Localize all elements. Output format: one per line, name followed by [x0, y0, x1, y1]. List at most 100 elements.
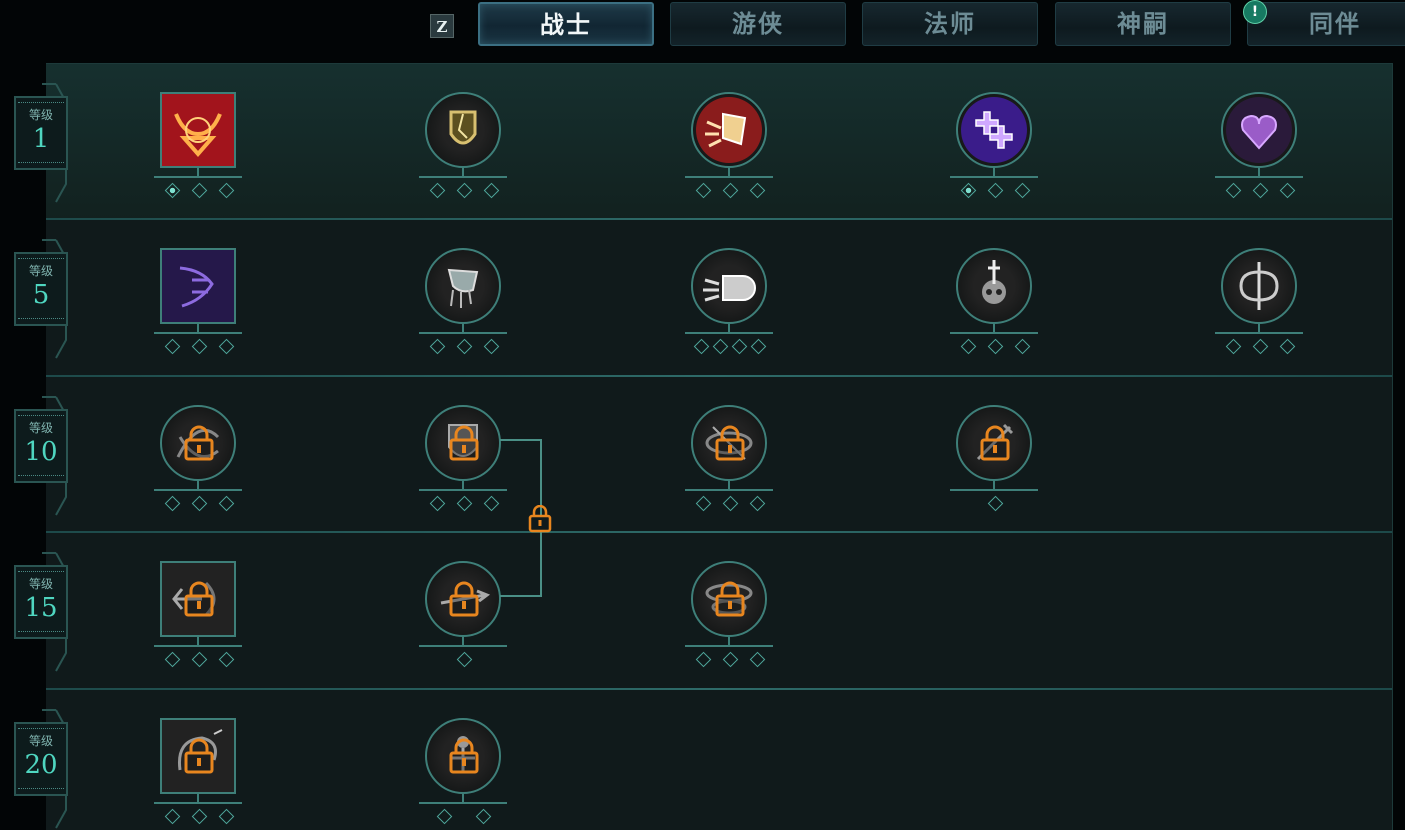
- rank-pip: [483, 338, 499, 355]
- skill-node[interactable]: [1210, 248, 1310, 358]
- node-bar: [154, 332, 242, 334]
- bull-head-icon[interactable]: [160, 92, 236, 168]
- class-tab-bar: Z 战士 游侠 法师 神嗣 同伴 !: [0, 0, 1405, 55]
- skill-node[interactable]: [945, 92, 1045, 202]
- rank-pips: [945, 494, 1045, 512]
- skill-node[interactable]: [414, 561, 514, 671]
- double-axe-icon[interactable]: [1221, 248, 1297, 324]
- rank-pip: [191, 182, 207, 199]
- skull-sword-icon[interactable]: [956, 248, 1032, 324]
- tab-ranger[interactable]: 游侠: [670, 2, 846, 46]
- ornament: [18, 475, 64, 479]
- skill-node[interactable]: [149, 561, 249, 671]
- rank-pip: [987, 495, 1003, 512]
- skill-node[interactable]: [414, 92, 514, 202]
- spiral-slash-icon[interactable]: [160, 718, 236, 794]
- rank-pip: [218, 495, 234, 512]
- rank-pip: [483, 182, 499, 199]
- node-stem: [462, 637, 464, 645]
- skill-node[interactable]: [414, 718, 514, 828]
- level-marker: 等级 10: [14, 393, 70, 516]
- rank-pip: [1279, 338, 1295, 355]
- rank-pip: [987, 182, 1003, 199]
- level-label: 等级: [28, 108, 53, 122]
- node-bar: [950, 332, 1038, 334]
- rank-pips: [680, 650, 780, 668]
- rank-pips: [149, 337, 249, 355]
- node-stem: [728, 168, 730, 176]
- rank-pip: [749, 495, 765, 512]
- skill-node[interactable]: [414, 248, 514, 358]
- vortex-icon[interactable]: [691, 405, 767, 481]
- level-number: 1: [32, 124, 50, 154]
- rank-pip: [722, 651, 738, 668]
- whirlwind-icon[interactable]: [160, 405, 236, 481]
- rank-pip: [960, 182, 976, 199]
- rank-pip: [456, 182, 472, 199]
- level-label: 等级: [28, 734, 53, 748]
- rank-pip: [693, 338, 710, 355]
- skill-node[interactable]: [945, 248, 1045, 358]
- node-bar: [685, 332, 773, 334]
- node-bar: [1215, 332, 1303, 334]
- shield-icon[interactable]: [425, 405, 501, 481]
- rank-pip: [218, 808, 234, 825]
- rank-pip: [429, 338, 445, 355]
- rank-pip: [218, 182, 234, 199]
- tab-companion[interactable]: 同伴: [1247, 2, 1405, 46]
- rank-pips: [945, 337, 1045, 355]
- charge-icon[interactable]: [160, 561, 236, 637]
- rank-pip: [749, 651, 765, 668]
- node-stem: [462, 794, 464, 802]
- sword-strike-icon[interactable]: [956, 405, 1032, 481]
- level-marker: 等级 5: [14, 236, 70, 359]
- roaring-face-icon[interactable]: [160, 248, 236, 324]
- tab-divine[interactable]: 神嗣: [1055, 2, 1231, 46]
- skill-node[interactable]: [149, 405, 249, 515]
- rank-pip: [722, 182, 738, 199]
- node-stem: [197, 637, 199, 645]
- skill-node[interactable]: [680, 561, 780, 671]
- tab-warrior[interactable]: 战士: [478, 2, 654, 46]
- rank-pip: [1252, 338, 1268, 355]
- skill-node[interactable]: [149, 92, 249, 202]
- skill-node[interactable]: [149, 248, 249, 358]
- skill-node[interactable]: [414, 405, 514, 515]
- tornado-icon[interactable]: [691, 561, 767, 637]
- level-label: 等级: [28, 264, 53, 278]
- fist-punch-icon[interactable]: [691, 248, 767, 324]
- rank-pip: [429, 495, 445, 512]
- ornament: [18, 631, 64, 635]
- rank-pip: [456, 495, 472, 512]
- healing-crosses-icon[interactable]: [956, 92, 1032, 168]
- spear-thrust-icon[interactable]: [425, 561, 501, 637]
- skill-node[interactable]: [680, 92, 780, 202]
- node-stem: [1258, 168, 1260, 176]
- rank-pip: [475, 808, 492, 825]
- node-bar: [419, 489, 507, 491]
- warrior-stance-icon[interactable]: [425, 718, 501, 794]
- skill-node[interactable]: [945, 405, 1045, 515]
- skill-node[interactable]: [149, 718, 249, 828]
- tab-mage[interactable]: 法师: [862, 2, 1038, 46]
- rank-pip: [722, 495, 738, 512]
- node-stem: [197, 168, 199, 176]
- level-number: 10: [24, 437, 58, 467]
- skill-node[interactable]: [680, 248, 780, 358]
- cleave-axe-icon[interactable]: [425, 248, 501, 324]
- rank-pips: [149, 807, 249, 825]
- rank-pip: [695, 182, 711, 199]
- heart-icon[interactable]: [1221, 92, 1297, 168]
- rank-pip: [429, 182, 445, 199]
- shield-bash-icon[interactable]: [691, 92, 767, 168]
- skill-node[interactable]: [1210, 92, 1310, 202]
- rank-pip: [960, 338, 976, 355]
- rank-pips: [680, 337, 780, 355]
- level-label: 等级: [28, 577, 53, 591]
- skill-node[interactable]: [680, 405, 780, 515]
- rank-pips: [414, 494, 514, 512]
- rank-pip: [750, 338, 767, 355]
- rank-pips: [149, 650, 249, 668]
- shield-crack-icon[interactable]: [425, 92, 501, 168]
- rank-pips: [149, 181, 249, 199]
